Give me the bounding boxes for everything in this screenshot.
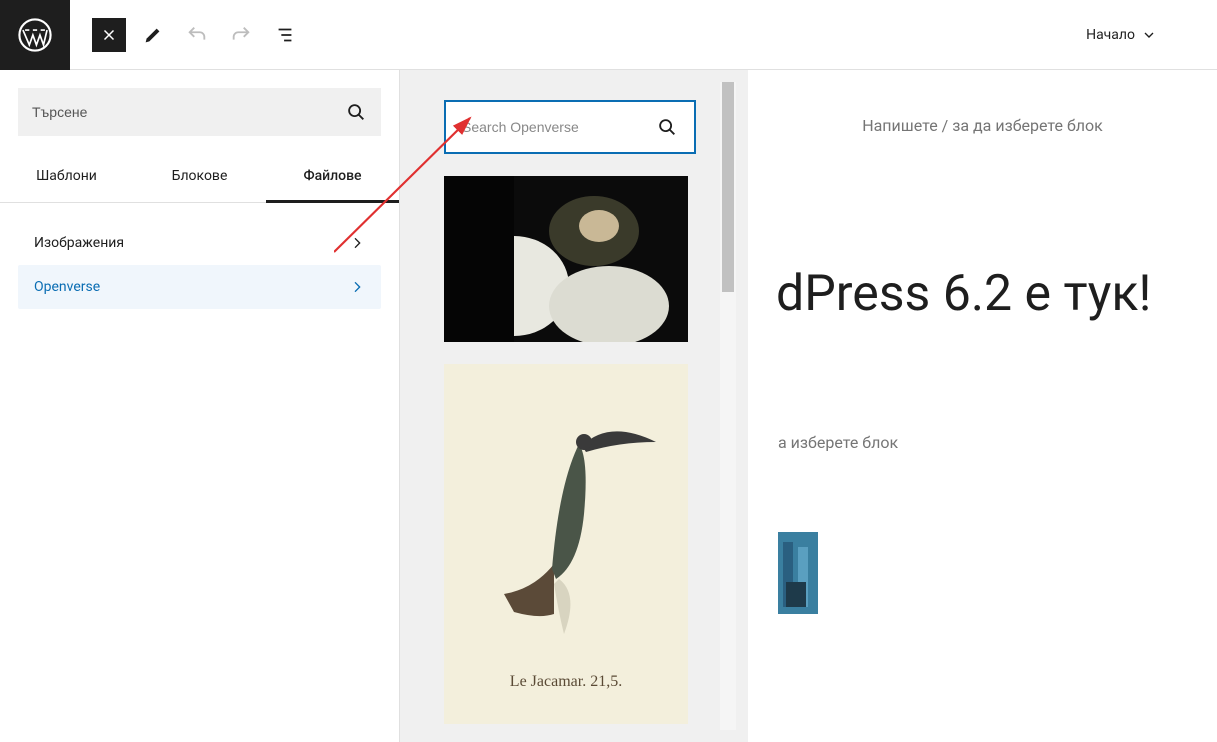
editor-main: Шаблони Блокове Файлове Изображения Open… xyxy=(0,70,1217,742)
template-label: Начало xyxy=(1086,27,1135,43)
close-inserter-button[interactable] xyxy=(92,18,126,52)
scrollbar[interactable] xyxy=(720,82,736,730)
category-label: Изображения xyxy=(34,235,124,251)
edit-icon[interactable] xyxy=(136,18,170,52)
inserter-search[interactable] xyxy=(18,88,381,136)
media-thumbnail[interactable]: Le Jacamar. 21,5. xyxy=(444,364,688,724)
block-placeholder[interactable]: а изберете блок xyxy=(778,433,1197,452)
content-image-fragment xyxy=(778,532,818,614)
redo-icon[interactable] xyxy=(224,18,258,52)
tab-patterns[interactable]: Шаблони xyxy=(0,154,133,202)
editor-canvas[interactable]: Напишете / за да изберете блок dPress 6.… xyxy=(748,70,1217,742)
toolbar-left xyxy=(70,18,302,52)
category-openverse[interactable]: Openverse xyxy=(18,265,381,309)
openverse-search[interactable] xyxy=(444,100,696,154)
svg-text:Le Jacamar. 21,5.: Le Jacamar. 21,5. xyxy=(510,673,622,690)
tab-media[interactable]: Файлове xyxy=(266,154,399,202)
search-icon xyxy=(656,116,678,138)
chevron-right-icon xyxy=(349,279,365,295)
media-category-list: Изображения Openverse xyxy=(0,203,399,327)
media-preview-panel: Le Jacamar. 21,5. xyxy=(400,70,748,742)
tab-blocks[interactable]: Блокове xyxy=(133,154,266,202)
chevron-down-icon xyxy=(1141,27,1157,43)
openverse-search-input[interactable] xyxy=(462,119,656,135)
category-images[interactable]: Изображения xyxy=(18,221,381,265)
category-label: Openverse xyxy=(34,279,100,295)
inserter-sidebar: Шаблони Блокове Файлове Изображения Open… xyxy=(0,70,400,742)
editor-topbar: Начало xyxy=(0,0,1217,70)
undo-icon[interactable] xyxy=(180,18,214,52)
template-selector[interactable]: Начало xyxy=(1086,27,1157,43)
page-heading[interactable]: dPress 6.2 е тук! xyxy=(776,265,1197,323)
media-thumbnail[interactable] xyxy=(444,176,688,342)
list-view-icon[interactable] xyxy=(268,18,302,52)
scrollbar-thumb[interactable] xyxy=(722,82,734,292)
inserter-tabs: Шаблони Блокове Файлове xyxy=(0,154,399,203)
media-scroll-area: Le Jacamar. 21,5. xyxy=(412,82,712,730)
chevron-right-icon xyxy=(349,235,365,251)
search-icon xyxy=(345,101,367,123)
inserter-search-input[interactable] xyxy=(32,104,345,120)
block-placeholder[interactable]: Напишете / за да изберете блок xyxy=(768,116,1197,135)
wp-logo[interactable] xyxy=(0,0,70,70)
